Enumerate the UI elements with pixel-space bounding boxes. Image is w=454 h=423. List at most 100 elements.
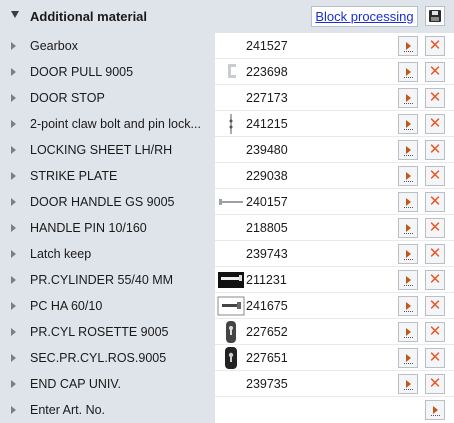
material-row[interactable]: STRIKE PLATE 229038 ✕ — [0, 163, 454, 189]
delete-icon[interactable]: ✕ — [425, 296, 445, 316]
article-input[interactable] — [215, 397, 454, 423]
open-details-button[interactable] — [398, 296, 418, 316]
article-number: 241675 — [246, 299, 288, 313]
additional-material-panel: Additional material Block processing Gea… — [0, 0, 454, 423]
open-details-button[interactable] — [398, 88, 418, 108]
material-row[interactable]: DOOR HANDLE GS 9005 240157 ✕ — [0, 189, 454, 215]
expand-caret-icon[interactable] — [11, 354, 16, 362]
material-name: DOOR STOP — [30, 91, 105, 105]
delete-icon[interactable]: ✕ — [425, 62, 445, 82]
expand-caret-icon[interactable] — [11, 406, 16, 414]
collapse-triangle-icon[interactable] — [11, 11, 19, 18]
open-details-button[interactable] — [398, 348, 418, 368]
expand-caret-icon[interactable] — [11, 172, 16, 180]
row-label-cell[interactable]: Latch keep — [0, 241, 215, 267]
row-label-cell[interactable]: SEC.PR.CYL.ROS.9005 — [0, 345, 215, 371]
material-row[interactable]: DOOR PULL 9005 223698 ✕ — [0, 59, 454, 85]
open-details-button[interactable] — [398, 192, 418, 212]
enter-article-label: Enter Art. No. — [30, 403, 106, 417]
material-name: DOOR PULL 9005 — [30, 65, 134, 79]
expand-caret-icon[interactable] — [11, 42, 16, 50]
delete-icon[interactable]: ✕ — [425, 322, 445, 342]
material-row[interactable]: Gearbox 241527 ✕ — [0, 33, 454, 59]
open-details-button[interactable] — [398, 114, 418, 134]
material-row[interactable]: LOCKING SHEET LH/RH 239480 ✕ — [0, 137, 454, 163]
expand-caret-icon[interactable] — [11, 94, 16, 102]
block-processing-link[interactable]: Block processing — [311, 6, 418, 27]
material-row[interactable]: HANDLE PIN 10/160 218805 ✕ — [0, 215, 454, 241]
article-number: 239735 — [246, 377, 288, 391]
material-name: Gearbox — [30, 39, 78, 53]
open-details-button[interactable] — [398, 270, 418, 290]
section-header[interactable]: Additional material Block processing — [0, 0, 454, 33]
expand-caret-icon[interactable] — [11, 302, 16, 310]
sec-rosette-thumbnail — [217, 347, 245, 369]
open-details-button[interactable] — [425, 400, 445, 420]
pc-ha-thumbnail — [217, 295, 245, 317]
delete-icon[interactable]: ✕ — [425, 114, 445, 134]
material-row[interactable]: PR.CYLINDER 55/40 MM 211231 ✕ — [0, 267, 454, 293]
material-name: PR.CYL ROSETTE 9005 — [30, 325, 169, 339]
expand-caret-icon[interactable] — [11, 120, 16, 128]
material-name: DOOR HANDLE GS 9005 — [30, 195, 175, 209]
expand-caret-icon[interactable] — [11, 198, 16, 206]
article-number: 227651 — [246, 351, 288, 365]
article-number: 241215 — [246, 117, 288, 131]
material-row[interactable]: END CAP UNIV. 239735 ✕ — [0, 371, 454, 397]
open-details-button[interactable] — [398, 36, 418, 56]
open-details-button[interactable] — [398, 218, 418, 238]
material-row[interactable]: SEC.PR.CYL.ROS.9005 227651 ✕ — [0, 345, 454, 371]
delete-icon[interactable]: ✕ — [425, 88, 445, 108]
row-label-cell[interactable]: END CAP UNIV. — [0, 371, 215, 397]
row-label-cell[interactable]: Enter Art. No. — [0, 397, 215, 423]
material-name: Latch keep — [30, 247, 92, 261]
open-details-button[interactable] — [398, 374, 418, 394]
delete-icon[interactable]: ✕ — [425, 374, 445, 394]
expand-caret-icon[interactable] — [11, 276, 16, 284]
row-label-cell[interactable]: Gearbox — [0, 33, 215, 59]
row-label-cell[interactable]: PR.CYLINDER 55/40 MM — [0, 267, 215, 293]
delete-icon[interactable]: ✕ — [425, 270, 445, 290]
delete-icon[interactable]: ✕ — [425, 192, 445, 212]
open-details-button[interactable] — [398, 244, 418, 264]
delete-icon[interactable]: ✕ — [425, 244, 445, 264]
article-number: 227173 — [246, 91, 288, 105]
expand-caret-icon[interactable] — [11, 68, 16, 76]
article-number: 240157 — [246, 195, 288, 209]
material-list: Gearbox 241527 ✕ DOOR PULL 9005 223698 ✕ DOOR … — [0, 33, 454, 423]
row-label-cell[interactable]: DOOR STOP — [0, 85, 215, 111]
material-row[interactable]: DOOR STOP 227173 ✕ — [0, 85, 454, 111]
delete-icon[interactable]: ✕ — [425, 140, 445, 160]
article-number: 229038 — [246, 169, 288, 183]
expand-caret-icon[interactable] — [11, 146, 16, 154]
open-details-button[interactable] — [398, 140, 418, 160]
expand-caret-icon[interactable] — [11, 328, 16, 336]
expand-caret-icon[interactable] — [11, 224, 16, 232]
delete-icon[interactable]: ✕ — [425, 166, 445, 186]
row-label-cell[interactable]: 2-point claw bolt and pin lock... — [0, 111, 215, 137]
cylinder-thumbnail — [217, 269, 245, 291]
row-label-cell[interactable]: LOCKING SHEET LH/RH — [0, 137, 215, 163]
material-row[interactable]: PR.CYL ROSETTE 9005 227652 ✕ — [0, 319, 454, 345]
open-details-button[interactable] — [398, 322, 418, 342]
material-row[interactable]: Latch keep 239743 ✕ — [0, 241, 454, 267]
delete-icon[interactable]: ✕ — [425, 348, 445, 368]
open-details-button[interactable] — [398, 166, 418, 186]
delete-icon[interactable]: ✕ — [425, 218, 445, 238]
material-name: PC HA 60/10 — [30, 299, 103, 313]
row-label-cell[interactable]: STRIKE PLATE — [0, 163, 215, 189]
article-number: 227652 — [246, 325, 288, 339]
row-label-cell[interactable]: HANDLE PIN 10/160 — [0, 215, 215, 241]
save-button[interactable] — [425, 6, 445, 26]
open-details-button[interactable] — [398, 62, 418, 82]
row-label-cell[interactable]: DOOR HANDLE GS 9005 — [0, 189, 215, 215]
expand-caret-icon[interactable] — [11, 250, 16, 258]
expand-caret-icon[interactable] — [11, 380, 16, 388]
row-label-cell[interactable]: PC HA 60/10 — [0, 293, 215, 319]
delete-icon[interactable]: ✕ — [425, 36, 445, 56]
row-label-cell[interactable]: DOOR PULL 9005 — [0, 59, 215, 85]
material-row[interactable]: 2-point claw bolt and pin lock... 241215 ✕ — [0, 111, 454, 137]
row-label-cell[interactable]: PR.CYL ROSETTE 9005 — [0, 319, 215, 345]
material-row[interactable]: PC HA 60/10 241675 ✕ — [0, 293, 454, 319]
enter-article-row[interactable]: Enter Art. No. — [0, 397, 454, 423]
